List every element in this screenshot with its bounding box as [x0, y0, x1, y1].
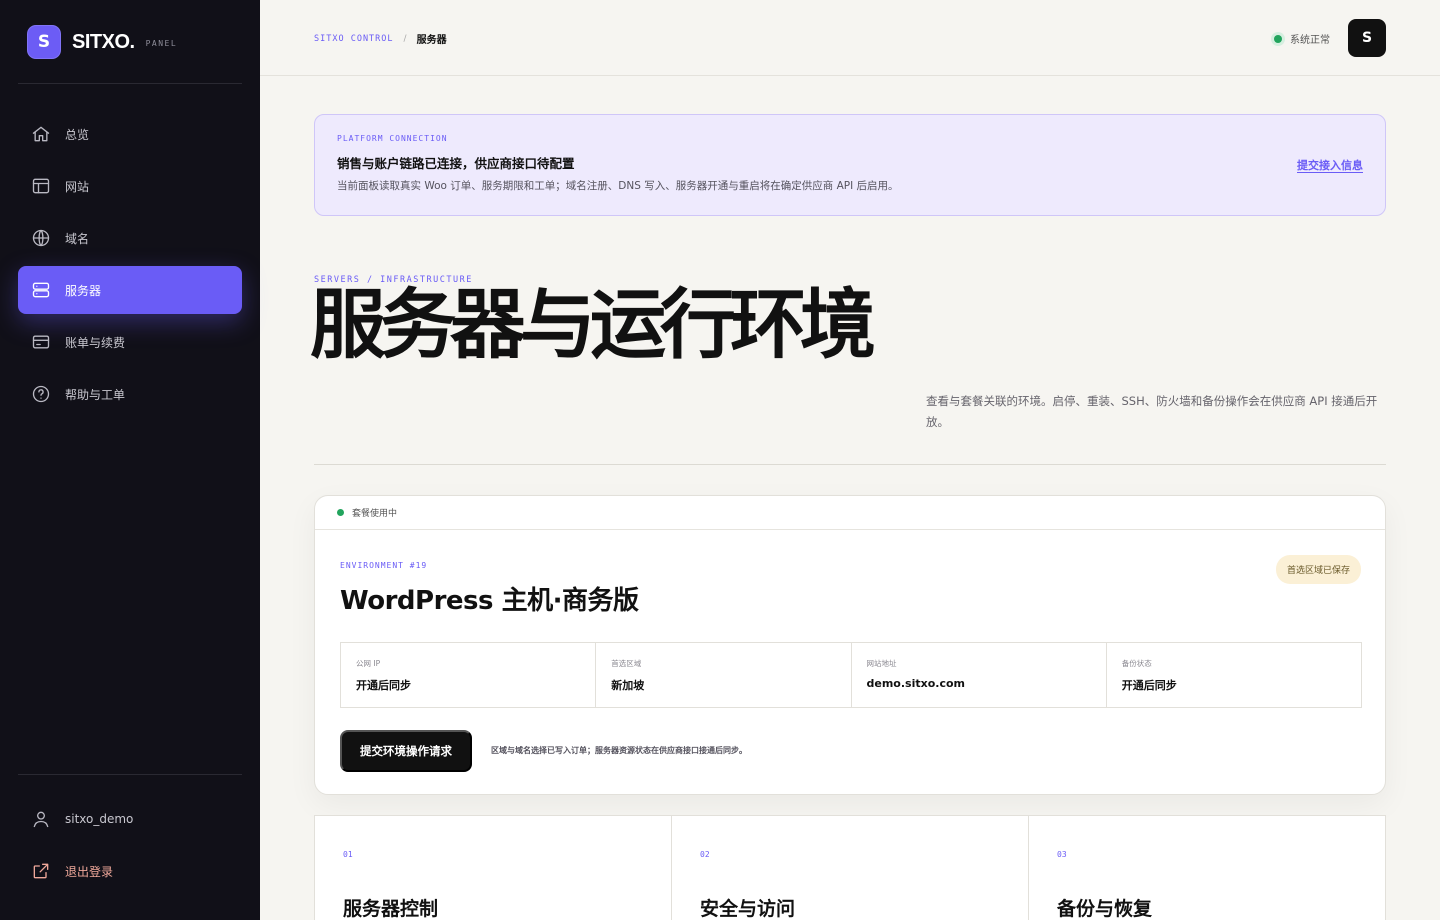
home-icon [32, 126, 50, 142]
feature-number: 02 [700, 850, 710, 859]
stat-site-url: 网站地址 demo.sitxo.com [852, 643, 1107, 707]
environment-id: ENVIRONMENT #19 [340, 561, 428, 570]
feature-card-security[interactable]: 02 安全与访问 [672, 816, 1029, 920]
sidebar: S SITXO. PANEL 总览 网站 域名 服务器 账单与续费 帮助与工单 [0, 0, 260, 920]
feature-card-server-control[interactable]: 01 服务器控制 [315, 816, 672, 920]
environment-stats: 公网 IP 开通后同步 首选区域 新加坡 网站地址 demo.sitxo.com… [340, 642, 1362, 708]
banner-description: 当前面板读取真实 Woo 订单、服务期限和工单；域名注册、DNS 写入、服务器开… [337, 180, 899, 192]
topbar: SITXO CONTROL / 服务器 系统正常 S [260, 0, 1440, 76]
external-link-icon [33, 863, 49, 879]
feature-cards: 01 服务器控制 02 安全与访问 03 备份与恢复 [314, 815, 1386, 920]
status-dot-icon [1274, 34, 1282, 43]
sidebar-user-name: sitxo_demo [65, 812, 134, 826]
avatar[interactable]: S [1348, 19, 1386, 57]
feature-card-backup[interactable]: 03 备份与恢复 [1029, 816, 1385, 920]
sidebar-item-servers[interactable]: 服务器 [18, 266, 242, 314]
stat-label: 网站地址 [866, 659, 897, 668]
breadcrumb: SITXO CONTROL / 服务器 [314, 31, 447, 47]
logout-button[interactable]: 退出登录 [18, 847, 242, 895]
sidebar-item-help[interactable]: 帮助与工单 [18, 370, 242, 418]
environment-note: 区域与域名选择已写入订单；服务器资源状态在供应商接口接通后同步。 [491, 746, 747, 755]
sidebar-bottom: sitxo_demo 退出登录 [18, 795, 242, 899]
stat-label: 首选区域 [611, 659, 642, 668]
sidebar-item-label: 服务器 [65, 283, 102, 298]
environment-status-bar: 套餐使用中 [315, 496, 1385, 530]
sidebar-item-label: 域名 [65, 231, 90, 246]
sidebar-user[interactable]: sitxo_demo [18, 795, 242, 843]
sidebar-item-domains[interactable]: 域名 [18, 214, 242, 262]
breadcrumb-current: 服务器 [416, 35, 447, 46]
submit-environment-request-button[interactable]: 提交环境操作请求 [340, 730, 472, 772]
page-title: 服务器与运行环境 [310, 280, 876, 369]
brand[interactable]: S SITXO. PANEL [27, 25, 177, 59]
sidebar-item-overview[interactable]: 总览 [18, 110, 242, 158]
stat-value: demo.sitxo.com [866, 677, 965, 690]
environment-card: 套餐使用中 ENVIRONMENT #19 WordPress 主机·商务版 首… [314, 495, 1386, 795]
feature-title: 服务器控制 [343, 898, 439, 920]
card-icon [32, 335, 50, 349]
system-status-text: 系统正常 [1290, 35, 1330, 46]
stat-region: 首选区域 新加坡 [596, 643, 852, 707]
stat-public-ip: 公网 IP 开通后同步 [341, 643, 597, 707]
hero-divider [314, 464, 1386, 465]
feature-number: 01 [343, 850, 353, 859]
system-status: 系统正常 [1274, 31, 1330, 46]
stat-backup: 备份状态 开通后同步 [1107, 643, 1361, 707]
banner-title: 销售与账户链路已连接，供应商接口待配置 [337, 156, 575, 171]
sidebar-item-label: 网站 [65, 179, 90, 194]
sidebar-divider [18, 774, 242, 775]
sidebar-item-websites[interactable]: 网站 [18, 162, 242, 210]
environment-status: 套餐使用中 [352, 509, 398, 519]
server-icon [32, 282, 50, 298]
banner-tag: PLATFORM CONNECTION [337, 134, 448, 143]
help-icon [32, 385, 50, 403]
status-dot-icon [337, 509, 344, 516]
sidebar-divider [18, 83, 242, 84]
user-icon [33, 811, 49, 828]
region-saved-badge: 首选区域已保存 [1275, 555, 1361, 584]
brand-tag: PANEL [145, 38, 178, 48]
stat-value: 开通后同步 [356, 679, 411, 692]
layout-icon [32, 178, 50, 194]
globe-icon [32, 229, 50, 247]
stat-label: 备份状态 [1121, 659, 1152, 668]
submit-integration-link[interactable]: 提交接入信息 [1297, 157, 1363, 173]
breadcrumb-root[interactable]: SITXO CONTROL [314, 34, 394, 44]
sidebar-item-label: 帮助与工单 [65, 387, 126, 402]
sidebar-item-label: 账单与续费 [65, 335, 126, 350]
sidebar-item-label: 总览 [65, 127, 90, 142]
sidebar-item-billing[interactable]: 账单与续费 [18, 318, 242, 366]
breadcrumb-separator: / [403, 33, 407, 44]
stat-label: 公网 IP [356, 659, 381, 668]
stat-value: 新加坡 [611, 679, 645, 692]
platform-banner: PLATFORM CONNECTION 销售与账户链路已连接，供应商接口待配置 … [314, 114, 1386, 216]
brand-name: SITXO. [72, 30, 135, 53]
logout-label: 退出登录 [65, 864, 114, 879]
feature-title: 备份与恢复 [1057, 898, 1153, 920]
brand-logo: S [27, 25, 61, 59]
environment-title: WordPress 主机·商务版 [340, 586, 639, 616]
feature-title: 安全与访问 [700, 898, 796, 920]
page-description: 查看与套餐关联的环境。启停、重装、SSH、防火墙和备份操作会在供应商 API 接… [926, 394, 1378, 429]
feature-number: 03 [1057, 850, 1067, 859]
sidebar-nav: 总览 网站 域名 服务器 账单与续费 帮助与工单 [18, 110, 242, 422]
stat-value: 开通后同步 [1121, 679, 1177, 692]
